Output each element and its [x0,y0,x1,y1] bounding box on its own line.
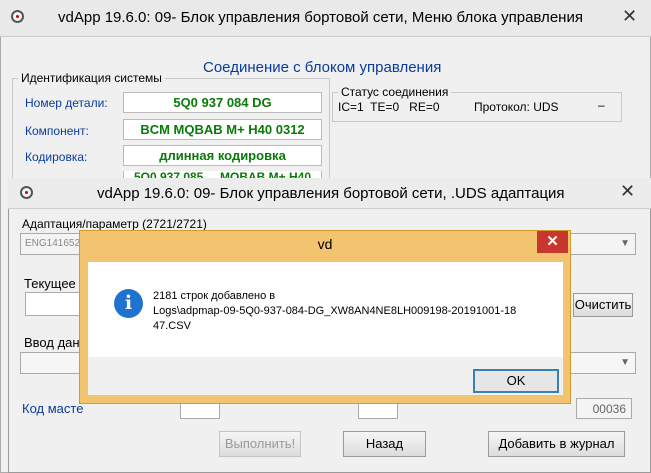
execute-button[interactable]: Выполнить! [219,431,301,457]
connection-heading: Соединение с блоком управления [203,59,442,76]
protocol-text: Протокол: UDS [474,100,559,114]
main-window-close-icon[interactable]: ✕ [622,6,637,27]
dialog-close-icon[interactable]: ✕ [537,231,568,253]
adaptation-parameter-value: ENG141652 [25,238,81,249]
component-label: Компонент: [25,124,89,138]
coding-label: Кодировка: [25,150,88,164]
adaptation-parameter-label: Адаптация/параметр (2721/2721) [22,217,207,231]
add-to-log-button[interactable]: Добавить в журнал [488,431,625,457]
input-chevron-down-icon: ▼ [620,357,630,368]
connection-status-label: Статус соединения [338,85,452,99]
current-value-field[interactable] [25,292,85,316]
status-dash: – [598,98,605,112]
master-code-value-field: 00036 [576,398,632,419]
adaptation-window-close-icon[interactable]: ✕ [620,181,635,202]
ok-button[interactable]: OK [473,369,559,393]
component-field: BCM MQBAB M+ H40 0312 [123,119,322,140]
main-window-title: vdApp 19.6.0: 09- Блок управления бортов… [58,9,583,26]
part-number-label: Номер детали: [25,96,108,110]
adaptation-window-title: vdApp 19.6.0: 09- Блок управления бортов… [97,185,565,202]
input-data-label: Ввод дан [24,335,80,350]
dialog-title: vd [317,236,333,252]
connection-status-text: IC=1 TE=0 RE=0 [338,100,440,114]
app-logo-icon [11,10,24,23]
adaptation-app-logo-icon [20,186,33,199]
identification-group-label: Идентификация системы [18,71,165,85]
part-number-field: 5Q0 937 084 DG [123,92,322,113]
info-icon: i [114,289,143,318]
master-code-value: 00036 [592,402,626,416]
adaptation-chevron-down-icon: ▼ [620,238,630,249]
clear-button[interactable]: Очистить [573,293,633,317]
back-button[interactable]: Назад [343,431,426,457]
master-code-label: Код масте [22,401,84,416]
coding-field: длинная кодировка [123,145,322,166]
dialog-message: 2181 строк добавлено в Logs\adpmap-09-5Q… [153,290,517,332]
current-value-label: Текущее [24,276,76,291]
